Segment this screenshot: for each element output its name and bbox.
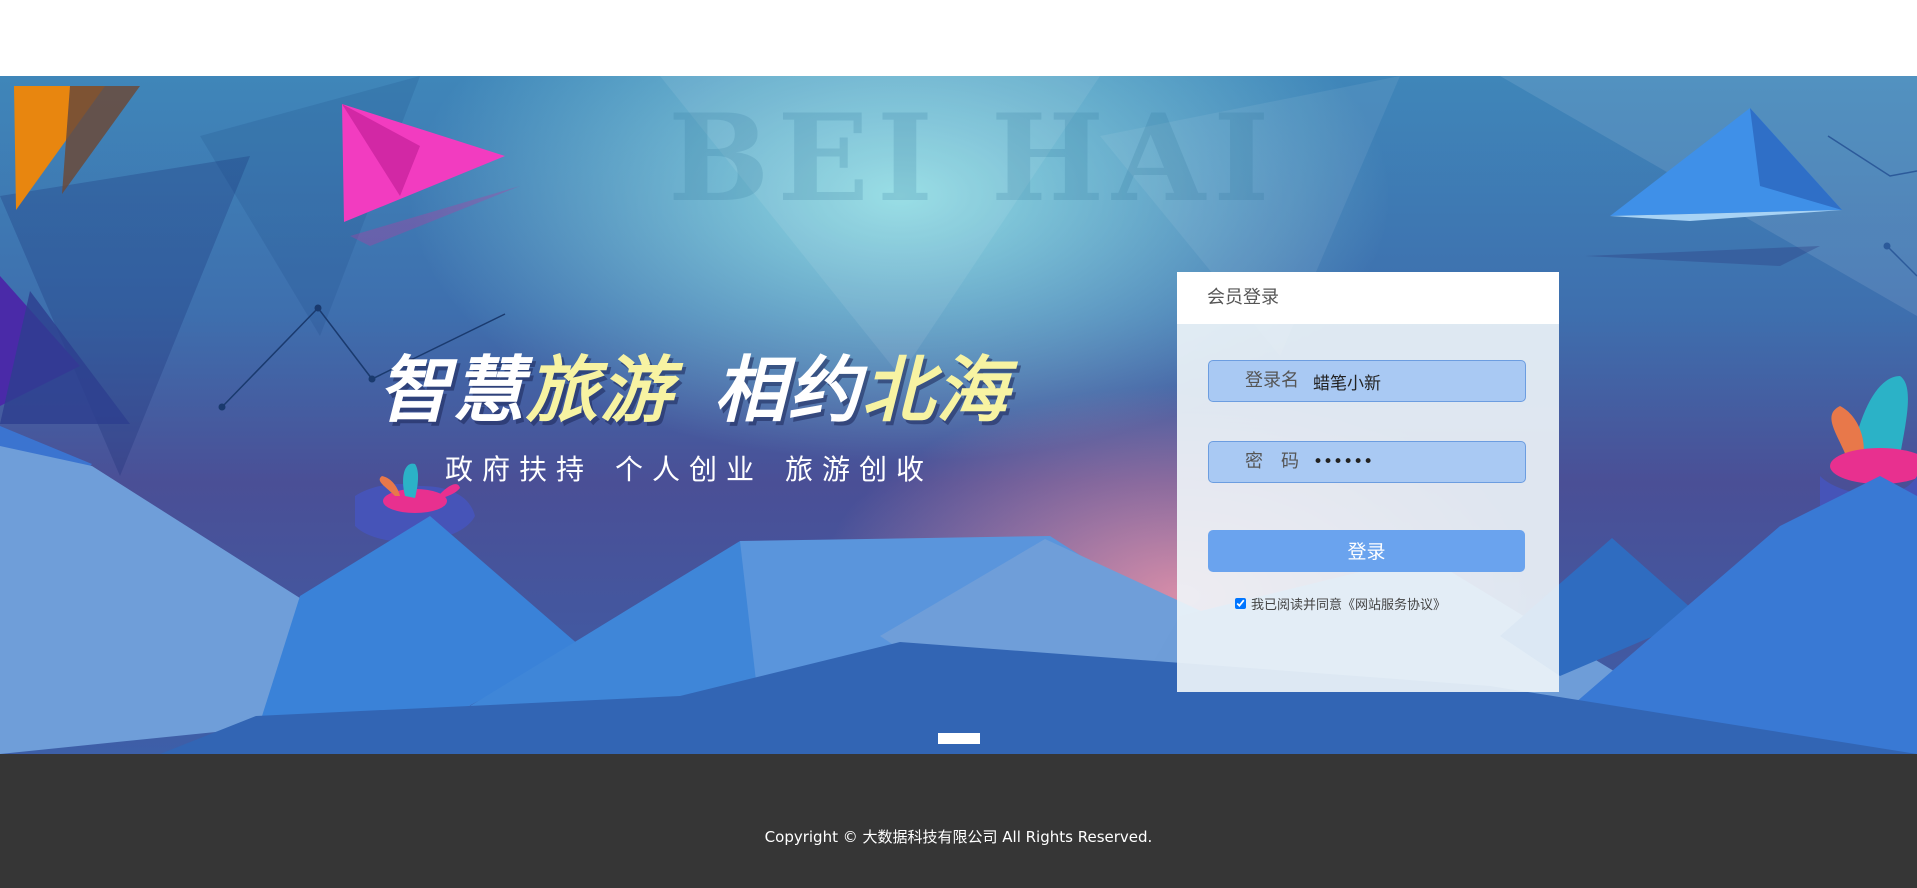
login-button[interactable]: 登录 <box>1208 530 1525 572</box>
top-header-bar <box>0 0 1917 76</box>
headline-part-1: 智慧 <box>378 348 527 432</box>
username-input[interactable] <box>1313 367 1513 395</box>
page-footer: Copyright © 大数据科技有限公司 All Rights Reserve… <box>0 754 1917 888</box>
agreement-text: 我已阅读并同意《网站服务协议》 <box>1251 598 1447 613</box>
subline-part-3: 旅游创收 <box>785 453 934 486</box>
subline-part-2: 个人创业 <box>615 453 764 486</box>
banner-headline: 智慧旅游 相约北海 <box>378 331 1010 436</box>
login-panel-title: 会员登录 <box>1177 272 1559 324</box>
banner-subline: 政府扶持 个人创业 旅游创收 <box>445 448 933 488</box>
headline-part-2: 旅游 <box>526 348 675 432</box>
member-login-panel: 会员登录 登录名 密码 登录 我已阅读并同意《网站服务协议》 <box>1177 272 1559 692</box>
password-input[interactable] <box>1313 448 1513 476</box>
copyright-text: Copyright © 大数据科技有限公司 All Rights Reserve… <box>764 828 1153 846</box>
username-label: 登录名 <box>1245 370 1299 391</box>
banner-watermark: BEI HAI <box>668 88 1278 229</box>
carousel-indicator[interactable] <box>938 733 980 744</box>
hero-banner: BEI HAI 智慧旅游相约北海 政府扶持个人创业旅游创收 会员登录 登录名 密… <box>0 76 1917 754</box>
password-field[interactable]: 密码 <box>1208 441 1526 483</box>
username-field[interactable]: 登录名 <box>1208 360 1526 402</box>
headline-part-4: 北海 <box>862 348 1011 432</box>
agreement-checkbox-row[interactable]: 我已阅读并同意《网站服务协议》 <box>1235 594 1446 613</box>
subline-part-1: 政府扶持 <box>445 453 594 486</box>
agreement-checkbox[interactable] <box>1235 598 1246 609</box>
headline-part-3: 相约 <box>714 348 863 432</box>
password-label: 密码 <box>1245 451 1317 472</box>
